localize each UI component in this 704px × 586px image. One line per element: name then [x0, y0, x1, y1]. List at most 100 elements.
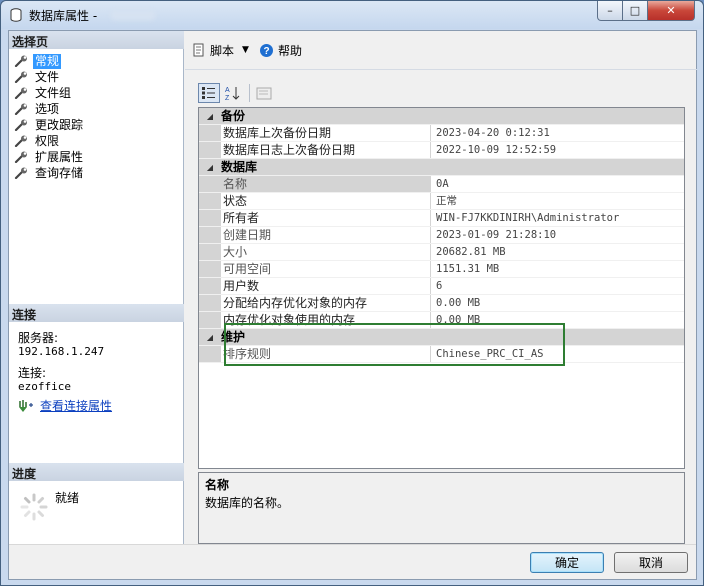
property-value[interactable]: 正常: [431, 193, 684, 209]
page-item-label: 扩展属性: [35, 149, 84, 164]
property-value[interactable]: 0.00 MB: [431, 295, 684, 311]
property-value[interactable]: 0.00 MB: [431, 312, 684, 328]
page-item[interactable]: 选项: [14, 101, 85, 117]
wrench-icon: [14, 71, 27, 83]
property-value[interactable]: 0A: [431, 176, 684, 192]
minimize-button[interactable]: –: [597, 1, 623, 21]
wrench-icon: [14, 167, 27, 179]
script-dropdown-icon[interactable]: ▼: [242, 45, 249, 55]
window-title: 数据库属性 -: [29, 9, 98, 23]
grid-property-row[interactable]: 大小 20682.81 MB: [199, 244, 684, 261]
description-panel: 名称 数据库的名称。: [198, 472, 685, 544]
server-value: 192.168.1.247: [18, 345, 105, 358]
minimize-icon: –: [607, 4, 613, 17]
maximize-icon: □: [629, 4, 641, 17]
help-label: 帮助: [277, 43, 302, 58]
property-pages-button[interactable]: [253, 83, 275, 103]
page-item[interactable]: 文件组: [14, 85, 85, 101]
page-item[interactable]: 查询存储: [14, 165, 85, 181]
script-icon: [193, 43, 204, 57]
row-margin: [199, 176, 221, 192]
property-value[interactable]: 1151.31 MB: [431, 261, 684, 277]
dialog-client-area: 选择页 常规 文件 文件组 选项 更改跟踪 权限 扩展属性 查询存储 连接 服务器: 192.…: [8, 30, 697, 580]
property-value[interactable]: 6: [431, 278, 684, 294]
script-button[interactable]: 脚本 ▼: [192, 42, 249, 59]
view-connection-link[interactable]: 查看连接属性: [40, 399, 112, 413]
grid-toolbar-separator: [249, 84, 250, 102]
select-page-header: 选择页: [9, 31, 184, 49]
collapse-icon[interactable]: ◢: [199, 329, 221, 345]
toolbar-separator: [185, 69, 697, 70]
page-item[interactable]: 文件: [14, 69, 85, 85]
progress-spinner-icon: [20, 493, 48, 521]
property-name: 可用空间: [221, 261, 431, 277]
svg-text:A: A: [225, 87, 230, 94]
grid-property-row[interactable]: 可用空间 1151.31 MB: [199, 261, 684, 278]
wrench-icon: [14, 55, 27, 67]
page-item-label: 查询存储: [35, 165, 84, 180]
alphabetical-button[interactable]: A Z: [222, 83, 244, 103]
script-label: 脚本: [210, 43, 235, 58]
page-list: 常规 文件 文件组 选项 更改跟踪 权限 扩展属性 查询存储: [14, 53, 85, 181]
grid-category[interactable]: ◢ 数据库: [199, 159, 684, 176]
category-name: 数据库: [221, 160, 258, 174]
view-connection-properties[interactable]: 查看连接属性: [18, 399, 112, 413]
property-value[interactable]: 20682.81 MB: [431, 244, 684, 260]
grid-property-row[interactable]: 分配给内存优化对象的内存 0.00 MB: [199, 295, 684, 312]
property-value[interactable]: 2023-04-20 0:12:31: [431, 125, 684, 141]
page-item[interactable]: 扩展属性: [14, 149, 85, 165]
collapse-icon[interactable]: ◢: [199, 108, 221, 124]
page-item[interactable]: 权限: [14, 133, 85, 149]
property-value[interactable]: 2023-01-09 21:28:10: [431, 227, 684, 243]
help-icon: ?: [259, 43, 273, 57]
collapse-icon[interactable]: ◢: [199, 159, 221, 175]
row-margin: [199, 312, 221, 328]
ok-button[interactable]: 确定: [530, 552, 604, 573]
progress-status: 就绪: [55, 491, 80, 505]
property-value[interactable]: 2022-10-09 12:52:59: [431, 142, 684, 158]
database-icon: [10, 8, 22, 22]
maximize-button[interactable]: □: [622, 1, 648, 21]
grid-category[interactable]: ◢ 备份: [199, 108, 684, 125]
grid-property-row[interactable]: 数据库日志上次备份日期 2022-10-09 12:52:59: [199, 142, 684, 159]
grid-property-row[interactable]: 数据库上次备份日期 2023-04-20 0:12:31: [199, 125, 684, 142]
page-item[interactable]: 更改跟踪: [14, 117, 85, 133]
server-label: 服务器:: [18, 331, 59, 345]
property-value[interactable]: WIN-FJ7KKDINIRH\Administrator: [431, 210, 684, 226]
property-name: 分配给内存优化对象的内存: [221, 295, 431, 311]
wrench-icon: [14, 103, 27, 115]
property-name: 内存优化对象使用的内存: [221, 312, 431, 328]
title-redacted: [111, 10, 155, 20]
cancel-button[interactable]: 取消: [614, 552, 688, 573]
grid-property-row[interactable]: 创建日期 2023-01-09 21:28:10: [199, 227, 684, 244]
page-item[interactable]: 常规: [14, 53, 85, 69]
sort-alphabetical-icon: A Z: [225, 87, 240, 101]
grid-property-row[interactable]: 用户数 6: [199, 278, 684, 295]
page-item-label: 文件: [35, 69, 60, 84]
property-pages-icon: [256, 87, 272, 99]
property-value[interactable]: Chinese_PRC_CI_AS: [431, 346, 684, 362]
wrench-icon: [14, 119, 27, 131]
grid-property-row[interactable]: 名称 0A: [199, 176, 684, 193]
connection-icon: [19, 400, 33, 412]
help-button[interactable]: ? 帮助: [259, 42, 302, 59]
category-name: 维护: [221, 330, 246, 344]
svg-text:?: ?: [263, 46, 269, 57]
row-margin: [199, 278, 221, 294]
database-properties-window: 数据库属性 - – □ ✕ 选择页 常规 文件 文件组 选项 更改跟踪 权限 扩展属性 查询存…: [0, 0, 704, 586]
grid-property-row[interactable]: 状态 正常: [199, 193, 684, 210]
grid-property-row[interactable]: 排序规则 Chinese_PRC_CI_AS: [199, 346, 684, 363]
wrench-icon: [14, 87, 27, 99]
row-margin: [199, 346, 221, 362]
grid-property-row[interactable]: 内存优化对象使用的内存 0.00 MB: [199, 312, 684, 329]
grid-category[interactable]: ◢ 维护: [199, 329, 684, 346]
page-item-label: 更改跟踪: [35, 117, 84, 132]
close-button[interactable]: ✕: [647, 1, 695, 21]
page-item-label: 权限: [35, 133, 60, 148]
row-margin: [199, 210, 221, 226]
grid-property-row[interactable]: 所有者 WIN-FJ7KKDINIRH\Administrator: [199, 210, 684, 227]
categorized-button[interactable]: [198, 83, 220, 103]
property-grid[interactable]: ◢ 备份 数据库上次备份日期 2023-04-20 0:12:31 数据库日志上次备份日…: [198, 107, 685, 469]
svg-text:Z: Z: [225, 95, 230, 101]
title-bar[interactable]: 数据库属性 - – □ ✕: [1, 1, 703, 29]
